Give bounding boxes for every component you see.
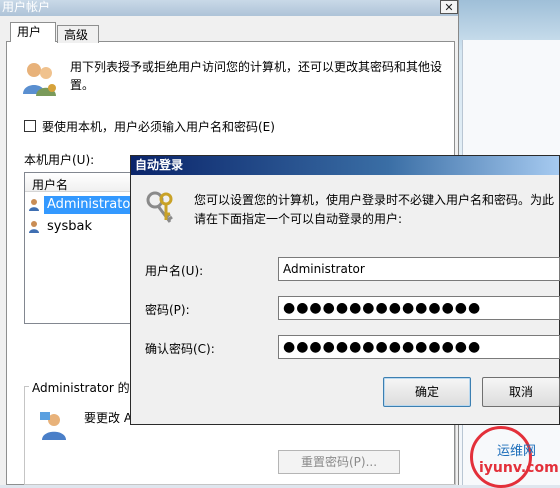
list-item-administrator[interactable]: Administrator xyxy=(47,197,136,212)
ok-button[interactable]: 确定 xyxy=(383,377,471,407)
confirm-password-field[interactable]: ●●●●●●●●●●●●●●● xyxy=(278,335,560,359)
dialog-title: 自动登录 xyxy=(135,158,184,172)
users-icon xyxy=(23,63,56,96)
tab-users[interactable]: 用户 xyxy=(10,22,56,42)
change-password-text: 要更改 A xyxy=(84,411,133,425)
watermark-text: 运维网 xyxy=(497,444,537,459)
intro-text: 用下列表授予或拒绝用户访问您的计算机，还可以更改其密码和其他设置。 xyxy=(70,60,443,92)
username-field[interactable]: Administrator xyxy=(278,257,560,281)
user-icon xyxy=(29,221,39,233)
dialog-description: 您可以设置您的计算机，使用户登录时不必键入用户名和密码。为此请在下面指定一个可以… xyxy=(194,193,555,226)
user-password-icon xyxy=(40,412,66,440)
main-titlebar xyxy=(0,0,458,16)
watermark-url: iyunv.com xyxy=(479,460,559,476)
must-enter-checkbox[interactable] xyxy=(24,120,36,132)
column-username[interactable]: 用户名 xyxy=(32,176,68,193)
reset-password-button[interactable]: 重置密码(P)... xyxy=(278,450,400,474)
password-field[interactable]: ●●●●●●●●●●●●●●● xyxy=(278,296,560,320)
main-window-title: 用户帐户 xyxy=(2,0,51,14)
list-item-sysbak[interactable]: sysbak xyxy=(47,219,92,234)
local-users-label: 本机用户(U): xyxy=(24,153,95,167)
confirm-password-label: 确认密码(C): xyxy=(145,342,215,356)
cancel-button[interactable]: 取消 xyxy=(482,377,560,407)
dialog-titlebar xyxy=(131,156,559,175)
keys-icon xyxy=(146,191,173,223)
close-button[interactable]: ✕ xyxy=(440,0,458,14)
user-icon xyxy=(29,199,39,211)
username-label: 用户名(U): xyxy=(145,264,204,278)
password-label: 密码(P): xyxy=(145,303,190,317)
password-group-legend: Administrator 的密 xyxy=(29,379,145,396)
must-enter-label: 要使用本机，用户必须输入用户名和密码(E) xyxy=(42,120,275,134)
tab-advanced[interactable]: 高级 xyxy=(57,25,99,43)
